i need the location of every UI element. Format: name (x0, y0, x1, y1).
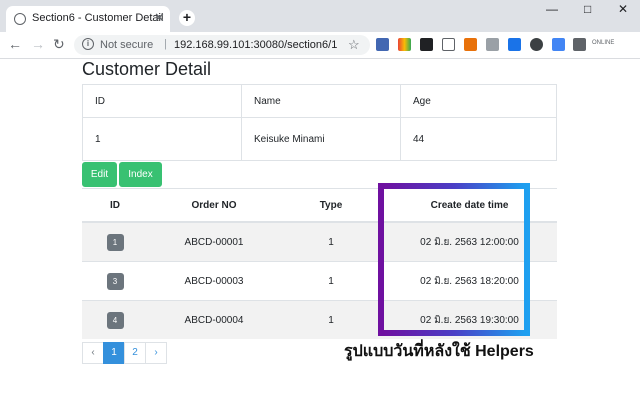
customer-row: 1 Keisuke Minami 44 (82, 117, 557, 161)
customer-header-row: ID Name Age (82, 84, 557, 118)
film-extension-icon[interactable] (420, 38, 433, 51)
customer-header-age: Age (400, 84, 557, 118)
edit-button[interactable]: Edit (82, 162, 117, 187)
order-no-cell: ABCD-00001 (148, 221, 280, 262)
new-tab-button[interactable]: + (179, 10, 195, 26)
maximize-icon[interactable]: □ (584, 2, 591, 16)
minimize-icon[interactable]: — (546, 2, 558, 16)
customer-id: 1 (82, 117, 242, 161)
order-id-cell: 3 (82, 261, 148, 301)
page-content: Customer Detail ID Name Age 1 Keisuke Mi… (0, 59, 640, 403)
orders-header-id: ID (82, 188, 148, 223)
customer-header-id: ID (82, 84, 242, 118)
globe-icon (14, 13, 26, 25)
order-id-badge[interactable]: 1 (106, 233, 124, 251)
forward-icon[interactable]: → (31, 36, 45, 52)
order-id-badge[interactable]: 4 (106, 311, 124, 329)
customer-name: Keisuke Minami (241, 117, 401, 161)
reload-icon[interactable]: ↻ (53, 36, 65, 53)
order-type-cell: 1 (280, 300, 382, 339)
index-button[interactable]: Index (119, 162, 162, 187)
customer-table: ID Name Age 1 Keisuke Minami 44 (82, 84, 557, 161)
not-secure-label: Not secure (100, 39, 154, 51)
pagination-next[interactable]: › (145, 342, 167, 364)
annotation-caption: รูปแบบวันที่หลังใช้ Helpers (344, 343, 534, 360)
browser-window: Section6 - Customer Detail ✕ + — □ ✕ ← →… (0, 0, 640, 403)
customer-age: 44 (400, 117, 557, 161)
customer-header-name: Name (241, 84, 401, 118)
tab-extension-icon[interactable] (442, 38, 455, 51)
pagination-page-2[interactable]: 2 (124, 342, 146, 364)
page-title: Customer Detail (82, 59, 212, 79)
circle-extension-icon[interactable] (530, 38, 543, 51)
tab-title: Section6 - Customer Detail (32, 12, 164, 24)
order-type-cell: 1 (280, 221, 382, 262)
copy-extension-icon[interactable] (464, 38, 477, 51)
browser-tab[interactable]: Section6 - Customer Detail ✕ (6, 6, 170, 32)
order-no-cell: ABCD-00003 (148, 261, 280, 301)
browser-toolbar: ← → ↻ i Not secure | 192.168.99.101:3008… (0, 32, 640, 59)
order-no-cell: ABCD-00004 (148, 300, 280, 339)
order-type-cell: 1 (280, 261, 382, 301)
star-extension-icon[interactable] (376, 38, 389, 51)
tab-close-icon[interactable]: ✕ (154, 10, 165, 26)
translate-extension-icon[interactable] (552, 38, 565, 51)
window-close-icon[interactable]: ✕ (618, 2, 628, 16)
orders-header-type: Type (280, 188, 382, 223)
tab-strip: Section6 - Customer Detail ✕ + — □ ✕ (0, 0, 640, 32)
info-icon[interactable]: i (82, 38, 94, 50)
s-logo-extension-icon[interactable] (508, 38, 521, 51)
pagination-prev[interactable]: ‹ (82, 342, 104, 364)
order-id-cell: 1 (82, 221, 148, 262)
order-id-cell: 4 (82, 300, 148, 339)
back-icon[interactable]: ← (8, 36, 22, 52)
puzzle-icon[interactable] (573, 38, 586, 51)
grid-extension-icon[interactable] (486, 38, 499, 51)
bookmark-star-icon[interactable]: ☆ (348, 37, 360, 53)
address-bar[interactable]: i Not secure | 192.168.99.101:30080/sect… (74, 35, 370, 55)
online-extension-label[interactable]: ONLINE (592, 40, 614, 46)
chrome-extension-icon[interactable] (398, 38, 411, 51)
highlight-box (378, 183, 530, 336)
order-id-badge[interactable]: 3 (106, 272, 124, 290)
orders-header-order-no: Order NO (148, 188, 280, 223)
pagination-page-1[interactable]: 1 (103, 342, 125, 364)
url-text[interactable]: 192.168.99.101:30080/section6/1 (174, 39, 337, 51)
address-separator: | (164, 38, 167, 50)
